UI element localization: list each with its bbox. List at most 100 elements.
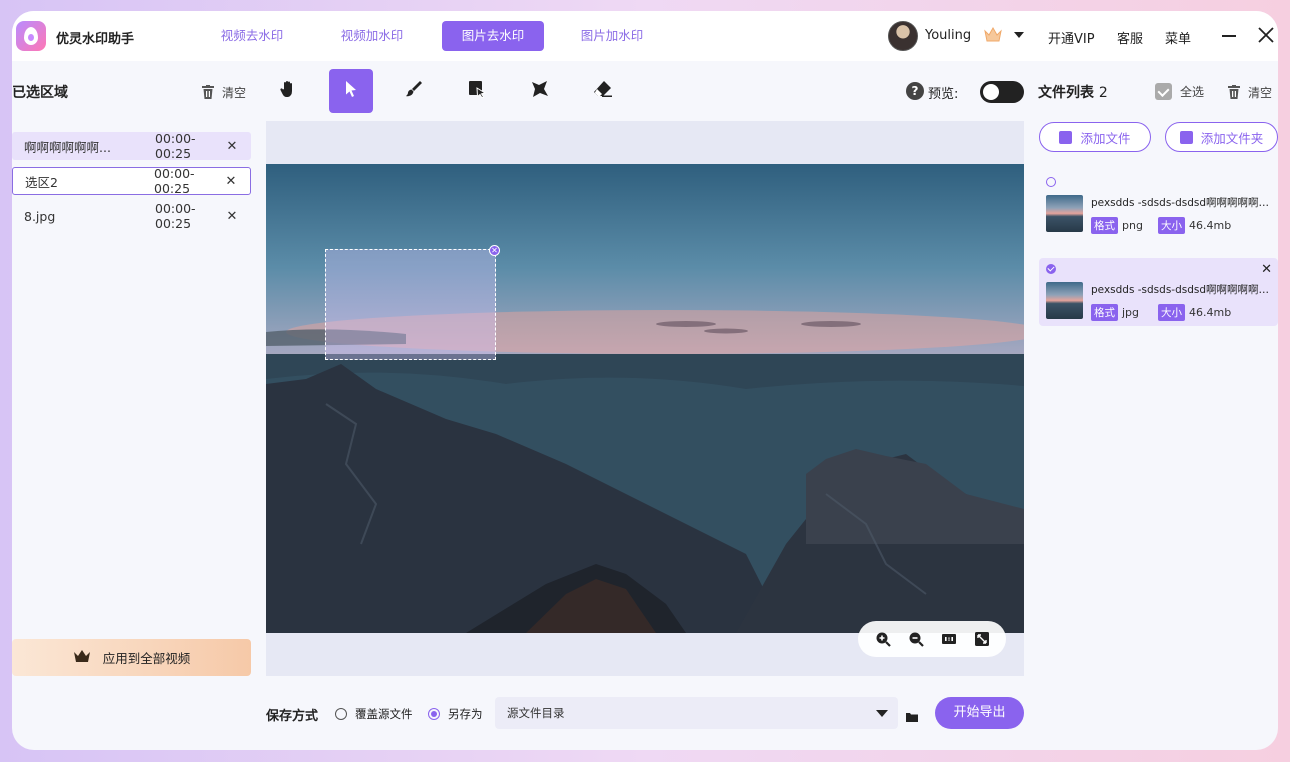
region-item[interactable]: 选区2 00:00-00:25 ✕ (12, 166, 251, 196)
zoom-in-icon[interactable] (875, 631, 891, 647)
format-tag: 格式 (1091, 217, 1118, 234)
region-name: 选区2 (25, 174, 58, 190)
rect-select-tool-button[interactable] (455, 69, 499, 113)
add-folder-label: 添加文件夹 (1200, 130, 1264, 146)
selected-regions-title: 已选区域 (12, 85, 68, 101)
menu-link[interactable]: 菜单 (1165, 28, 1191, 47)
open-folder-icon[interactable] (906, 707, 918, 722)
eraser-icon (593, 80, 613, 102)
preview-toggle[interactable] (980, 81, 1024, 103)
save-as-label: 另存为 (448, 707, 483, 721)
watermark-selection-box[interactable]: ✕ (325, 245, 500, 360)
file-meta: 格式 jpg 大小 46.4mb (1091, 304, 1231, 321)
zoom-out-icon[interactable] (908, 631, 924, 647)
title-bar: 优灵水印助手 视频去水印 视频加水印 图片去水印 图片加水印 Youling 开… (12, 11, 1278, 61)
remove-file-icon[interactable]: ✕ (1261, 262, 1272, 277)
file-format: jpg (1122, 306, 1140, 319)
user-menu-caret-icon[interactable] (1014, 32, 1024, 38)
region-name: 8.jpg (24, 208, 56, 224)
file-name: pexsdds -sdsds-dsdsd啊啊啊啊啊啊啊啊 (1091, 284, 1273, 296)
app-window: 优灵水印助手 视频去水印 视频加水印 图片去水印 图片加水印 Youling 开… (12, 11, 1278, 750)
remove-selection-icon[interactable]: ✕ (489, 245, 500, 256)
apply-to-all-label: 应用到全部视频 (102, 651, 191, 666)
brush-icon (405, 80, 423, 102)
preview-label: 预览: (928, 87, 959, 102)
username[interactable]: Youling (925, 28, 971, 43)
hand-tool-button[interactable] (266, 69, 310, 113)
start-export-button[interactable]: 开始导出 (935, 697, 1024, 729)
tab-image-add-watermark[interactable]: 图片加水印 (560, 21, 664, 51)
save-as-option[interactable]: 另存为 (428, 706, 483, 722)
add-folder-icon (1179, 130, 1193, 144)
overwrite-radio[interactable] (335, 708, 347, 720)
app-logo (16, 21, 46, 51)
trash-icon (1228, 85, 1240, 99)
add-folder-button[interactable]: 添加文件夹 (1165, 122, 1278, 152)
overwrite-label: 覆盖源文件 (355, 707, 413, 721)
brush-tool-button[interactable] (392, 69, 436, 113)
file-list-title: 文件列表 2 (1038, 82, 1108, 102)
output-directory-select[interactable]: 源文件目录 (495, 697, 898, 729)
chevron-down-icon[interactable] (876, 710, 888, 717)
trash-icon (202, 85, 214, 99)
output-directory-value: 源文件目录 (507, 706, 565, 720)
image-preview[interactable] (266, 164, 1024, 633)
vip-crown-icon (983, 26, 1003, 44)
file-format: png (1122, 219, 1143, 232)
close-window-icon[interactable] (1258, 27, 1274, 43)
region-item[interactable]: 啊啊啊啊啊啊... 00:00-00:25 ✕ (12, 131, 251, 161)
crown-icon (73, 649, 91, 666)
tab-video-add-watermark[interactable]: 视频加水印 (320, 21, 424, 51)
select-all-button[interactable]: 全选 (1155, 83, 1204, 100)
save-as-radio[interactable] (428, 708, 440, 720)
rect-select-icon (468, 80, 487, 102)
hand-icon (279, 80, 297, 102)
file-thumbnail (1046, 282, 1083, 319)
clear-regions-button[interactable]: 清空 (202, 83, 246, 101)
clear-regions-label: 清空 (222, 85, 247, 100)
apply-to-all-button[interactable]: 应用到全部视频 (12, 639, 251, 676)
pointer-tool-button[interactable] (329, 69, 373, 113)
clear-files-label: 清空 (1248, 85, 1273, 100)
file-item[interactable]: pexsdds -sdsds-dsdsd啊啊啊啊啊啊啊啊 格式 png 大小 4… (1039, 171, 1278, 239)
file-size: 46.4mb (1189, 219, 1232, 232)
file-select-radio[interactable] (1046, 177, 1056, 187)
file-item[interactable]: ✕ pexsdds -sdsds-dsdsd啊啊啊啊啊啊啊啊 格式 jpg 大小… (1039, 258, 1278, 326)
tab-video-remove-watermark[interactable]: 视频去水印 (200, 21, 304, 51)
region-item[interactable]: 8.jpg 00:00-00:25 ✕ (12, 201, 251, 231)
vip-link[interactable]: 开通VIP (1048, 28, 1095, 47)
save-mode-label: 保存方式 (266, 709, 319, 724)
region-time: 00:00-00:25 (155, 201, 196, 231)
remove-region-icon[interactable]: ✕ (224, 174, 238, 189)
file-thumbnail (1046, 195, 1083, 232)
eraser-tool-button[interactable] (581, 69, 625, 113)
pointer-icon (343, 80, 359, 102)
size-tag: 大小 (1158, 217, 1185, 234)
actual-size-icon[interactable] (941, 631, 957, 647)
remove-region-icon[interactable]: ✕ (225, 209, 239, 224)
remove-region-icon[interactable]: ✕ (225, 139, 239, 154)
add-file-button[interactable]: 添加文件 (1039, 122, 1151, 152)
file-size: 46.4mb (1189, 306, 1232, 319)
file-count: 2 (1098, 85, 1108, 101)
region-time: 00:00-00:25 (154, 166, 195, 196)
service-link[interactable]: 客服 (1117, 28, 1143, 47)
clear-files-button[interactable]: 清空 (1228, 83, 1272, 101)
avatar[interactable] (888, 21, 918, 51)
file-select-radio[interactable] (1046, 264, 1056, 274)
tab-image-remove-watermark[interactable]: 图片去水印 (442, 21, 544, 51)
add-file-icon (1059, 130, 1073, 144)
lasso-tool-button[interactable] (518, 69, 562, 113)
fit-screen-icon[interactable] (974, 631, 990, 647)
minimize-icon[interactable] (1222, 35, 1236, 37)
file-name: pexsdds -sdsds-dsdsd啊啊啊啊啊啊啊啊 (1091, 197, 1273, 209)
lasso-icon (531, 80, 549, 102)
overwrite-option[interactable]: 覆盖源文件 (335, 706, 413, 722)
checkbox-icon[interactable] (1155, 83, 1172, 100)
region-time: 00:00-00:25 (155, 131, 196, 161)
preview-help-icon[interactable]: ? (906, 82, 924, 100)
zoom-toolbar (858, 621, 1006, 657)
file-list-title-text: 文件列表 (1038, 85, 1094, 101)
app-name: 优灵水印助手 (56, 32, 135, 47)
format-tag: 格式 (1091, 304, 1118, 321)
